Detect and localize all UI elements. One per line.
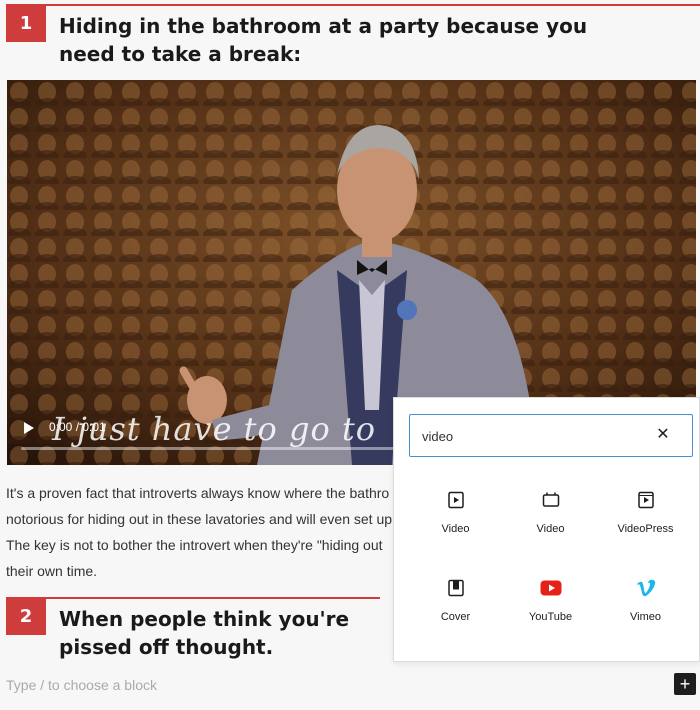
youtube-icon	[539, 576, 563, 600]
block-option-video[interactable]: Video	[408, 478, 503, 566]
list-number-badge: 1	[6, 4, 46, 42]
block-placeholder[interactable]: Type / to choose a block	[6, 677, 157, 693]
paragraph-line: their own time.	[6, 563, 98, 579]
block-option-video-embed[interactable]: Video	[503, 478, 598, 566]
paragraph-block[interactable]: It's a proven fact that introverts alway…	[6, 480, 406, 584]
cover-icon	[444, 576, 468, 600]
block-search-input[interactable]	[422, 425, 622, 447]
list-item-title: When people think you're pissed off thou…	[59, 607, 350, 659]
block-search-field[interactable]: ✕	[409, 414, 693, 457]
play-icon[interactable]	[23, 421, 35, 435]
block-option-label: Vimeo	[630, 611, 661, 623]
block-option-youtube[interactable]: YouTube	[503, 566, 598, 654]
block-option-videopress[interactable]: VideoPress	[598, 478, 693, 566]
list-number-badge: 2	[6, 597, 46, 635]
block-option-label: Cover	[440, 611, 471, 623]
block-inserter-popover: ✕ Video Video VideoPress Cover	[393, 397, 700, 662]
paragraph-line: The key is not to bother the introvert w…	[6, 537, 383, 553]
close-icon[interactable]: ✕	[654, 426, 672, 444]
block-results-grid: Video Video VideoPress Cover YouTube Vim…	[408, 478, 693, 654]
block-option-label: Video	[536, 523, 565, 535]
add-block-button[interactable]: +	[674, 673, 696, 695]
video-embed-icon	[539, 488, 563, 512]
video-time: 0:00 / 0:01	[49, 420, 106, 434]
block-option-label: Video	[441, 523, 470, 535]
block-option-vimeo[interactable]: Vimeo	[598, 566, 693, 654]
videopress-icon	[634, 488, 658, 512]
paragraph-line: notorious for hiding out in these lavato…	[6, 511, 393, 527]
block-option-label: YouTube	[528, 611, 573, 623]
paragraph-line: It's a proven fact that introverts alway…	[6, 485, 390, 501]
heading-rule	[6, 597, 380, 599]
list-item-title: Hiding in the bathroom at a party becaus…	[59, 14, 588, 66]
block-option-cover[interactable]: Cover	[408, 566, 503, 654]
vimeo-icon	[634, 576, 658, 600]
block-option-label: VideoPress	[617, 523, 674, 535]
heading-rule	[6, 4, 700, 6]
video-icon	[444, 488, 468, 512]
list-heading-1: 1 Hiding in the bathroom at a party beca…	[6, 4, 700, 68]
